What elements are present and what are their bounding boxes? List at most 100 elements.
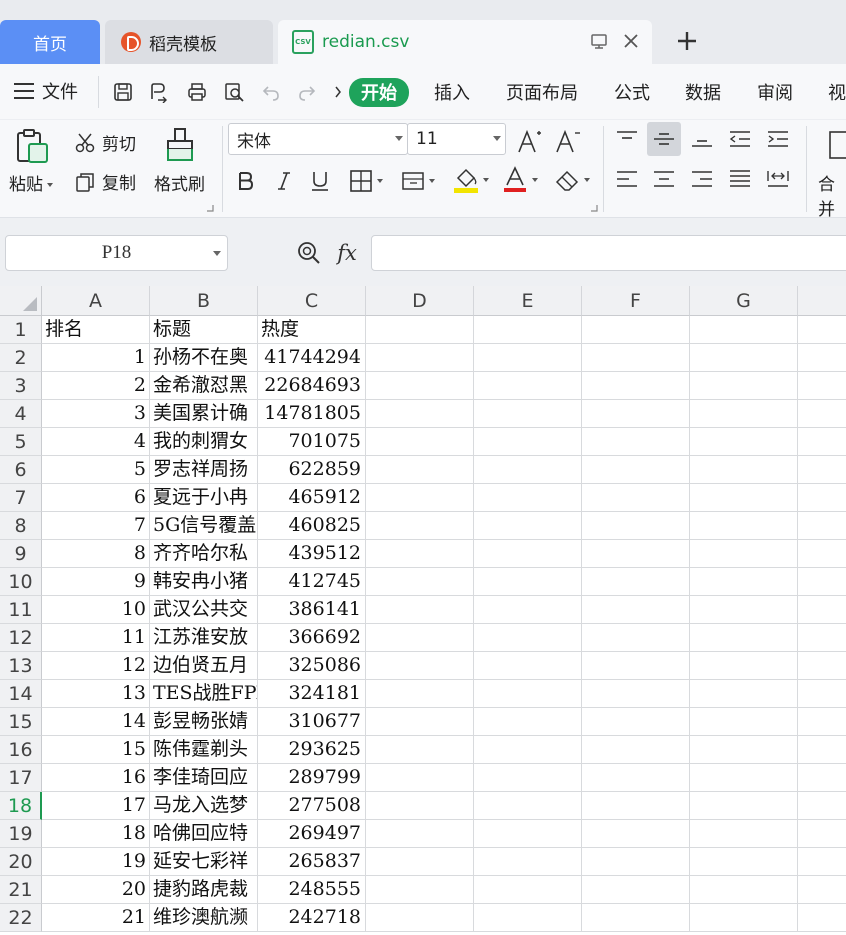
cell[interactable]: 324181 (258, 680, 366, 708)
cell[interactable]: 李佳琦回应 (150, 764, 258, 792)
cell[interactable] (798, 568, 846, 596)
column-header-g[interactable]: G (690, 286, 798, 316)
cell[interactable] (582, 316, 690, 344)
row-header[interactable]: 6 (0, 456, 42, 484)
fill-color-button[interactable] (450, 164, 492, 196)
cell[interactable] (690, 316, 798, 344)
cell[interactable] (582, 680, 690, 708)
cell[interactable] (690, 820, 798, 848)
undo-icon[interactable] (258, 80, 284, 104)
cell[interactable]: 265837 (258, 848, 366, 876)
redo-icon[interactable] (294, 80, 320, 104)
row-header[interactable]: 5 (0, 428, 42, 456)
cell[interactable]: 捷豹路虎裁 (150, 876, 258, 904)
cell[interactable] (798, 708, 846, 736)
copy-button[interactable]: 复制 (74, 169, 136, 194)
column-header-e[interactable]: E (474, 286, 582, 316)
cell[interactable] (690, 456, 798, 484)
cell[interactable]: 293625 (258, 736, 366, 764)
cell[interactable]: 20 (42, 876, 150, 904)
row-header[interactable]: 22 (0, 904, 42, 932)
cell[interactable] (366, 540, 474, 568)
cell[interactable] (474, 820, 582, 848)
cell[interactable] (474, 708, 582, 736)
cell[interactable] (798, 652, 846, 680)
spreadsheet-grid[interactable]: A B C D E F G 1 排名 标题 热度 2 1 孙杨不在奥 41744294 3 2 金希澈怼黑 2268… (0, 286, 846, 935)
format-painter-icon[interactable] (162, 125, 198, 165)
export-pdf-icon[interactable] (146, 80, 172, 104)
cell[interactable] (474, 484, 582, 512)
row-header[interactable]: 7 (0, 484, 42, 512)
cell[interactable] (474, 624, 582, 652)
cell[interactable]: 439512 (258, 540, 366, 568)
align-bottom-icon[interactable] (685, 122, 719, 156)
cell[interactable]: 366692 (258, 624, 366, 652)
cell[interactable] (582, 596, 690, 624)
cell[interactable]: 排名 (42, 316, 150, 344)
row-header[interactable]: 20 (0, 848, 42, 876)
cell[interactable] (690, 652, 798, 680)
cell[interactable]: 325086 (258, 652, 366, 680)
row-header[interactable]: 9 (0, 540, 42, 568)
cell[interactable]: 3 (42, 400, 150, 428)
cell[interactable]: 7 (42, 512, 150, 540)
cell[interactable]: 11 (42, 624, 150, 652)
print-icon[interactable] (184, 80, 210, 104)
cell[interactable] (798, 848, 846, 876)
cell[interactable]: 哈佛回应特 (150, 820, 258, 848)
cell[interactable] (798, 820, 846, 848)
align-center-icon[interactable] (647, 162, 681, 196)
cell[interactable] (798, 540, 846, 568)
cell[interactable]: 维珍澳航濒 (150, 904, 258, 932)
cell[interactable]: 齐齐哈尔私 (150, 540, 258, 568)
column-header-next[interactable] (798, 286, 846, 316)
cell[interactable] (366, 400, 474, 428)
cell[interactable] (798, 624, 846, 652)
cell[interactable]: 孙杨不在奥 (150, 344, 258, 372)
cell[interactable] (366, 596, 474, 624)
font-size-select[interactable]: 11 (407, 123, 506, 155)
cell[interactable]: 12 (42, 652, 150, 680)
tab-home[interactable]: 首页 (0, 20, 100, 64)
cell[interactable] (582, 876, 690, 904)
cell[interactable]: 2 (42, 372, 150, 400)
cell[interactable] (582, 484, 690, 512)
cell[interactable] (690, 568, 798, 596)
cell[interactable] (582, 820, 690, 848)
cell[interactable] (798, 372, 846, 400)
cell[interactable] (690, 512, 798, 540)
format-painter-button[interactable]: 格式刷 (154, 170, 205, 195)
column-header-a[interactable]: A (42, 286, 150, 316)
cell[interactable] (474, 568, 582, 596)
cell[interactable] (474, 652, 582, 680)
cell[interactable]: 5 (42, 456, 150, 484)
cell[interactable] (582, 792, 690, 820)
column-header-b[interactable]: B (150, 286, 258, 316)
row-header[interactable]: 21 (0, 876, 42, 904)
cell[interactable] (690, 400, 798, 428)
print-preview-icon[interactable] (221, 80, 247, 104)
cell[interactable] (366, 792, 474, 820)
cell[interactable] (474, 904, 582, 932)
cell[interactable] (582, 400, 690, 428)
cell[interactable]: 热度 (258, 316, 366, 344)
tab-file-redian[interactable]: CSV redian.csv (278, 20, 652, 64)
tab-docer-templates[interactable]: 稻壳模板 (105, 20, 273, 64)
font-name-select[interactable]: 宋体 (228, 123, 408, 155)
cell[interactable]: 6 (42, 484, 150, 512)
cell[interactable]: 江苏淮安放 (150, 624, 258, 652)
cell[interactable]: 9 (42, 568, 150, 596)
name-box-dropdown-icon[interactable] (213, 251, 221, 256)
cell[interactable]: 我的刺猬女 (150, 428, 258, 456)
cell[interactable]: 14781805 (258, 400, 366, 428)
cell[interactable] (474, 596, 582, 624)
italic-icon[interactable] (272, 166, 296, 196)
cell[interactable]: 289799 (258, 764, 366, 792)
cell[interactable]: 701075 (258, 428, 366, 456)
close-tab-icon[interactable] (622, 32, 640, 55)
cell[interactable] (474, 512, 582, 540)
cell[interactable] (474, 316, 582, 344)
row-header[interactable]: 12 (0, 624, 42, 652)
cell[interactable] (690, 792, 798, 820)
cell[interactable]: 武汉公共交 (150, 596, 258, 624)
